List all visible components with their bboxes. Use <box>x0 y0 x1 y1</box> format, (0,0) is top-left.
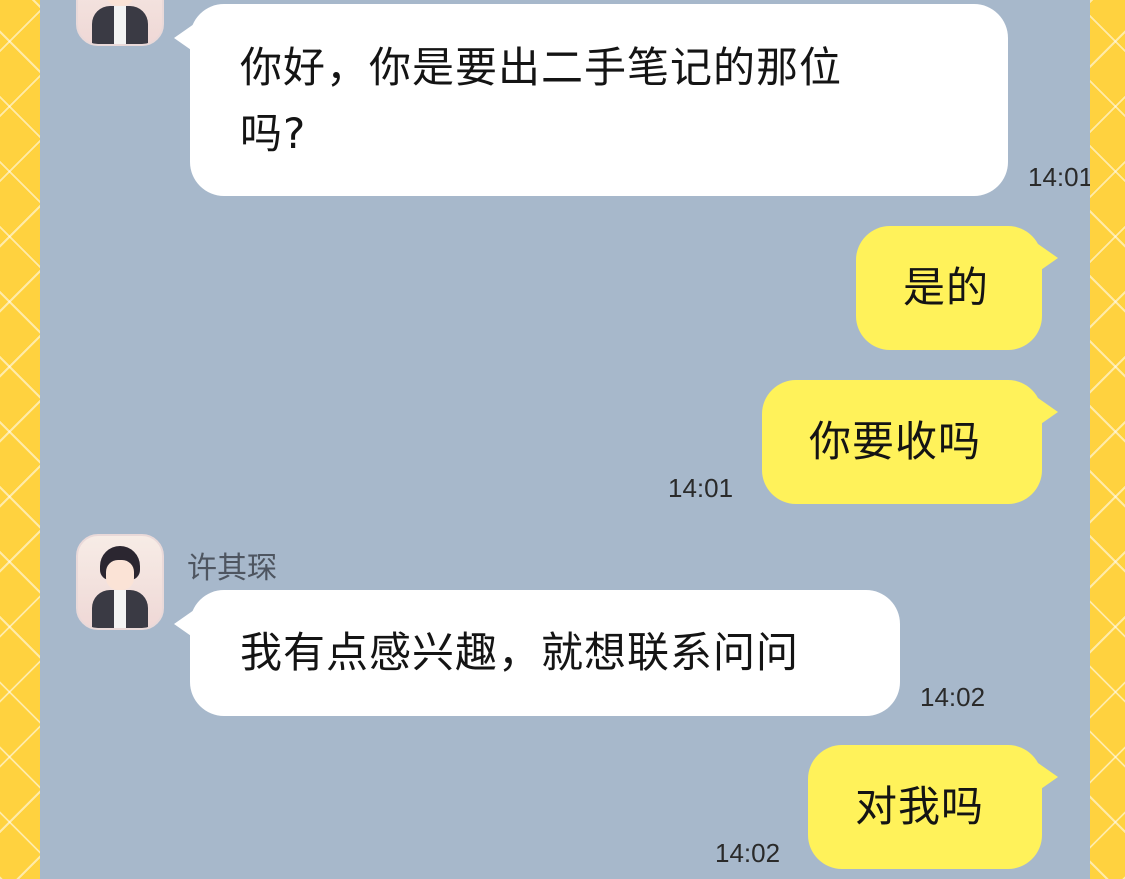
avatar[interactable] <box>76 534 164 630</box>
message-timestamp: 14:01 <box>1028 162 1090 192</box>
avatar-face <box>106 560 134 590</box>
message-bubble-incoming[interactable]: 你好，你是要出二手笔记的那位 吗? <box>174 4 1008 196</box>
message-text: 我有点感兴趣，就想联系问问 <box>240 628 800 677</box>
message-timestamp: 14:02 <box>920 682 986 712</box>
sender-name: 许其琛 <box>187 551 277 586</box>
chat-area[interactable]: 你好，你是要出二手笔记的那位 吗? 14:01 是的 你要收吗 14:01 许其… <box>40 0 1090 879</box>
avatar[interactable] <box>76 0 164 46</box>
message-bubble-incoming[interactable]: 我有点感兴趣，就想联系问问 <box>174 590 900 716</box>
message-bubble-outgoing[interactable]: 你要收吗 <box>762 380 1058 504</box>
avatar-shirt <box>114 6 126 44</box>
message-timestamp: 14:02 <box>715 838 781 868</box>
message-text: 是的 <box>903 263 990 312</box>
message-text: 你好，你是要出二手笔记的那位 <box>240 43 843 92</box>
avatar-shirt <box>114 590 126 628</box>
message-text: 你要收吗 <box>809 417 982 466</box>
message-bubble-outgoing[interactable]: 是的 <box>856 226 1058 350</box>
message-text: 对我吗 <box>855 782 985 831</box>
message-timestamp: 14:01 <box>668 473 734 503</box>
message-text: 吗? <box>240 109 307 158</box>
message-bubble-outgoing[interactable]: 对我吗 <box>808 745 1058 869</box>
